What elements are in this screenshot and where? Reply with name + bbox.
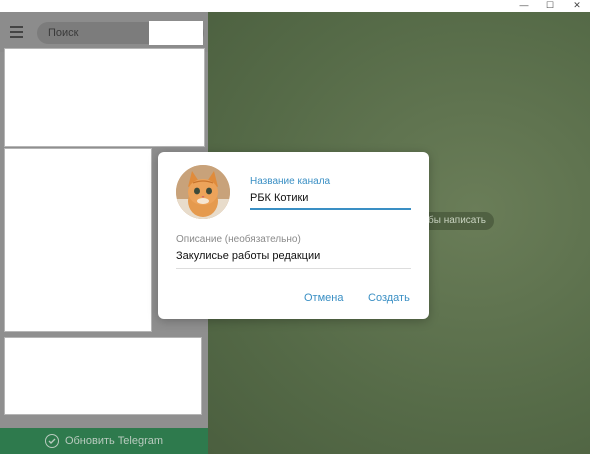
maximize-icon[interactable]: ☐ bbox=[537, 0, 563, 12]
update-telegram-label: Обновить Telegram bbox=[64, 435, 164, 447]
redacted-region bbox=[4, 148, 152, 332]
hamburger-menu-icon[interactable] bbox=[10, 26, 23, 38]
channel-name-underline bbox=[250, 208, 411, 210]
window-titlebar: — ☐ ✕ bbox=[0, 0, 590, 12]
redacted-region bbox=[4, 48, 205, 147]
channel-description-underline bbox=[176, 268, 411, 269]
update-telegram-button[interactable]: Обновить Telegram bbox=[0, 428, 208, 454]
channel-name-input[interactable] bbox=[250, 190, 410, 206]
channel-description-input[interactable] bbox=[176, 248, 406, 264]
telegram-update-icon bbox=[44, 434, 59, 448]
create-channel-dialog: Название канала Описание (необязательно)… bbox=[158, 152, 429, 319]
channel-name-label: Название канала bbox=[250, 176, 331, 187]
kitten-photo-icon bbox=[176, 165, 230, 219]
close-icon[interactable]: ✕ bbox=[564, 0, 590, 12]
create-button[interactable]: Создать bbox=[368, 292, 410, 304]
redacted-region bbox=[149, 21, 203, 45]
channel-avatar[interactable] bbox=[176, 165, 230, 219]
channel-description-label: Описание (необязательно) bbox=[176, 234, 301, 245]
redacted-region bbox=[4, 337, 202, 415]
chat-hint-badge: бы написать bbox=[420, 212, 494, 230]
search-input[interactable] bbox=[48, 25, 138, 41]
cancel-button[interactable]: Отмена bbox=[304, 292, 343, 304]
minimize-icon[interactable]: — bbox=[511, 0, 537, 12]
